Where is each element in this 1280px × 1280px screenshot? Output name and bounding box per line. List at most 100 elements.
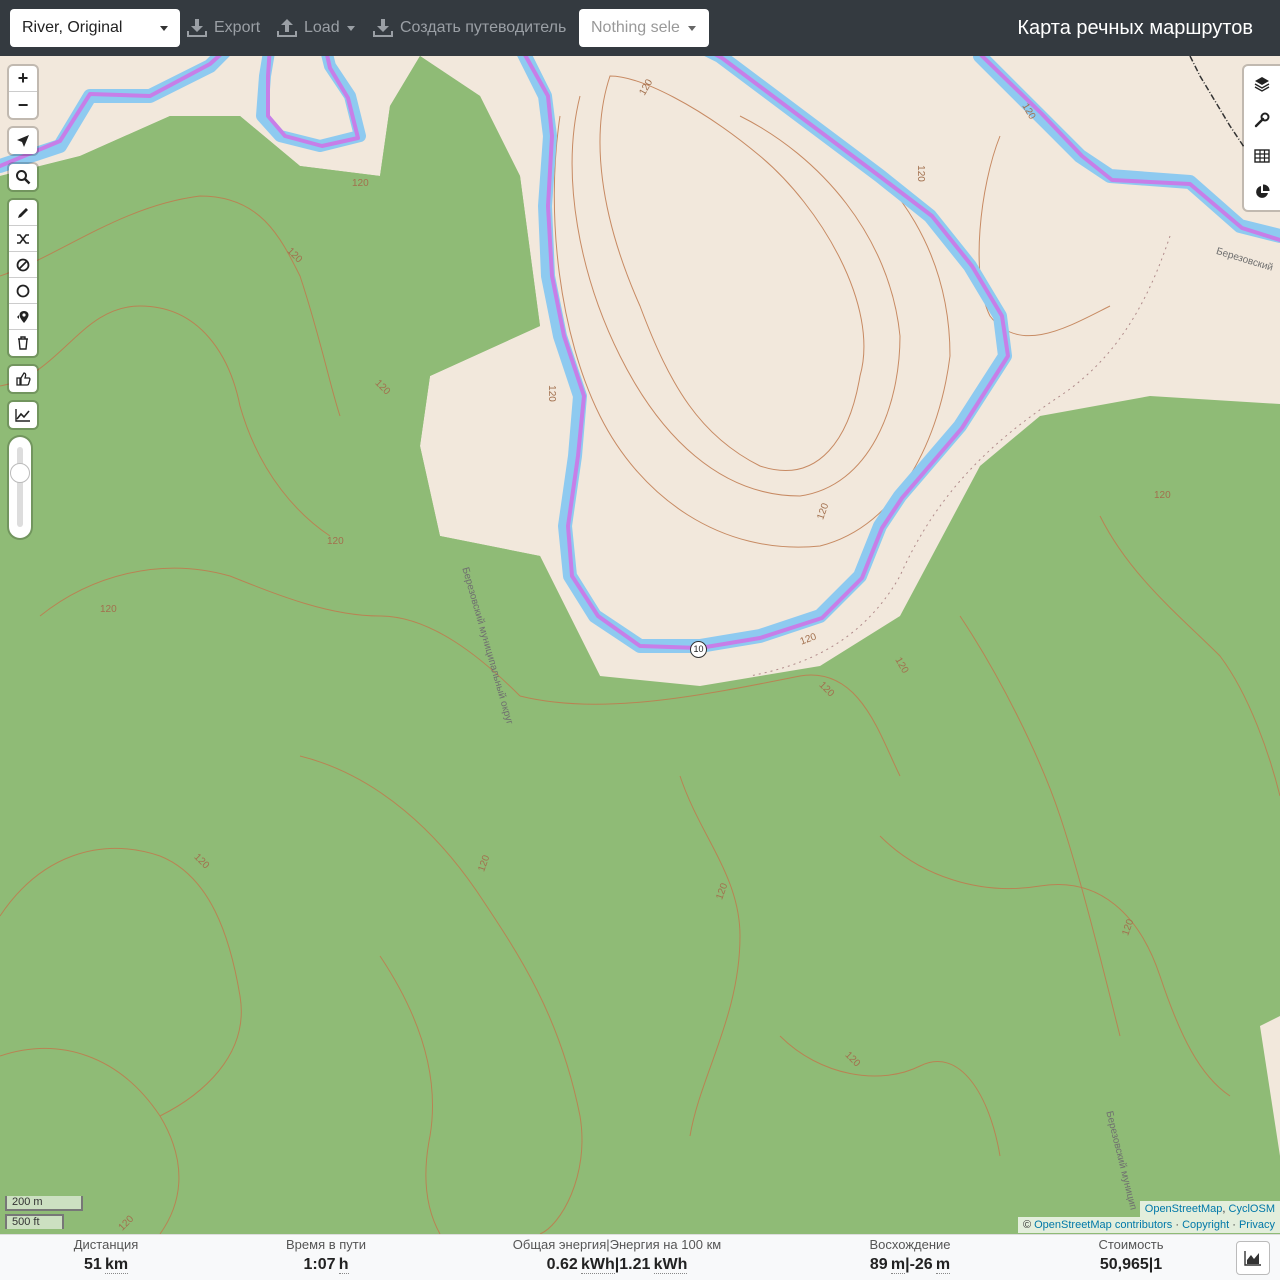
elevation-icon xyxy=(15,409,30,422)
stat-distance-label: Дистанция xyxy=(73,1237,139,1252)
layers-button[interactable] xyxy=(1244,66,1280,102)
search-control xyxy=(9,164,37,190)
osm-contributors-link[interactable]: OpenStreetMap contributors xyxy=(1034,1219,1172,1231)
descent-number: -26 xyxy=(909,1256,933,1273)
thumb-button[interactable] xyxy=(9,366,37,392)
locate-icon xyxy=(17,135,29,147)
profile-select[interactable]: River, Original xyxy=(10,9,180,47)
contour-label: 120 xyxy=(914,165,926,182)
drawing-toolbar xyxy=(9,200,37,356)
settings-button[interactable] xyxy=(1244,102,1280,138)
table-icon xyxy=(1254,149,1270,163)
map-view[interactable]: 10 Березовский муниципальный округ Берез… xyxy=(0,56,1280,1234)
circle-icon xyxy=(16,284,30,297)
cost-factor: 1 xyxy=(1153,1256,1163,1273)
stat-cost: Стоимость 50,965|1 xyxy=(1081,1237,1181,1277)
zoom-control: + − xyxy=(9,66,37,118)
reroute-button[interactable] xyxy=(9,226,37,252)
brand-title: Карта речных маршрутов xyxy=(1017,17,1253,39)
opacity-slider[interactable] xyxy=(9,437,31,538)
layers-icon xyxy=(1254,77,1270,92)
stat-time: Время в пути 1:07 h xyxy=(266,1237,386,1277)
delete-icon xyxy=(18,336,28,350)
analysis-button[interactable] xyxy=(1244,174,1280,210)
draw-icon xyxy=(18,207,28,218)
draw-route-button[interactable] xyxy=(9,200,37,226)
map-attribution: © OpenStreetMap contributors · Copyright… xyxy=(1017,1217,1280,1233)
route-stats-bar: Дистанция 51 km Время в пути 1:07 h Обща… xyxy=(0,1234,1280,1280)
profile-select-value: River, Original xyxy=(22,19,123,36)
descent-unit: m xyxy=(935,1256,951,1274)
elevation-control xyxy=(9,402,37,428)
delete-route-button[interactable] xyxy=(9,330,37,356)
distance-unit: km xyxy=(104,1256,129,1274)
download-icon xyxy=(187,19,207,37)
osm-link[interactable]: OpenStreetMap xyxy=(1145,1203,1223,1215)
contour-label: 120 xyxy=(545,385,557,402)
stat-energy-label: Общая энергия|Энергия на 100 км xyxy=(512,1237,722,1252)
stat-ascent: Восхождение 89 m|-26 m xyxy=(850,1237,970,1277)
feedback-control xyxy=(9,366,37,392)
zoom-in-button[interactable]: + xyxy=(9,66,37,92)
wrench-icon xyxy=(1254,112,1270,128)
poi-button[interactable] xyxy=(9,304,37,330)
route-waypoint-marker[interactable]: 10 xyxy=(690,641,707,658)
upload-icon xyxy=(277,19,297,37)
stat-cost-value: 50,965|1 xyxy=(1081,1253,1181,1277)
stat-energy-value: 0.62 kWh|1.21 kWh xyxy=(497,1253,737,1277)
tile-attribution: OpenStreetMap, CyclOSM xyxy=(1139,1201,1280,1217)
elevation-profile-button[interactable] xyxy=(9,402,37,428)
stat-distance: Дистанция 51 km xyxy=(56,1237,156,1277)
slider-track xyxy=(17,447,23,527)
attribution-sep: · xyxy=(1229,1219,1239,1231)
stat-distance-value: 51 km xyxy=(56,1253,156,1277)
export-button[interactable]: Export xyxy=(187,14,260,42)
toggle-elevation-chart-button[interactable] xyxy=(1236,1241,1270,1275)
contour-label: 120 xyxy=(100,604,117,615)
locate-button[interactable] xyxy=(9,128,37,154)
contour-label: 120 xyxy=(1154,490,1171,501)
pie-chart-icon xyxy=(1256,184,1270,198)
energy-per-100km: 1.21 xyxy=(619,1256,651,1273)
search-icon xyxy=(16,170,31,185)
distance-number: 51 xyxy=(83,1256,102,1273)
copyright-symbol: © xyxy=(1022,1219,1035,1231)
cost-number: 50,965 xyxy=(1099,1256,1149,1273)
energy-total-unit: kWh xyxy=(580,1256,615,1274)
no-go-area-button[interactable] xyxy=(9,252,37,278)
zoom-out-button[interactable]: − xyxy=(9,92,37,118)
load-label: Load xyxy=(304,19,340,36)
thumb-icon xyxy=(15,372,31,386)
cyclosm-link[interactable]: CyclOSM xyxy=(1229,1203,1275,1215)
stat-ascent-value: 89 m|-26 m xyxy=(850,1253,970,1277)
ascent-number: 89 xyxy=(869,1256,888,1273)
contour-label: 120 xyxy=(352,178,369,189)
search-button[interactable] xyxy=(9,164,37,190)
zoom-out-icon: − xyxy=(17,94,29,115)
export-label: Export xyxy=(214,19,261,36)
top-navbar: River, Original Export Load Создать путе… xyxy=(0,0,1280,56)
load-button[interactable]: Load xyxy=(277,14,355,42)
stat-time-label: Время в пути xyxy=(286,1237,366,1252)
reroute-icon xyxy=(17,233,29,244)
route-waypoint-number: 10 xyxy=(693,644,704,654)
circle-area-button[interactable] xyxy=(9,278,37,304)
privacy-link[interactable]: Privacy xyxy=(1239,1219,1275,1231)
locate-control xyxy=(9,128,37,154)
route-selection-dropdown[interactable]: Nothing sele xyxy=(579,9,709,47)
poi-icon xyxy=(17,310,29,323)
create-guide-button[interactable]: Создать путеводитель xyxy=(373,14,566,42)
create-guide-label: Создать путеводитель xyxy=(400,19,567,36)
stat-ascent-label: Восхождение xyxy=(869,1237,951,1252)
zoom-in-icon: + xyxy=(17,68,29,88)
stat-time-value: 1:07 h xyxy=(266,1253,386,1277)
map-tiles xyxy=(0,56,1280,1234)
scale-metric: 200 m xyxy=(5,1196,83,1211)
slider-handle[interactable] xyxy=(10,463,30,483)
no-go-icon xyxy=(16,258,30,271)
time-number: 1:07 xyxy=(303,1256,336,1273)
download-icon xyxy=(373,19,393,37)
data-table-button[interactable] xyxy=(1244,138,1280,174)
ascent-unit: m xyxy=(890,1256,906,1274)
copyright-link[interactable]: Copyright xyxy=(1182,1219,1229,1231)
